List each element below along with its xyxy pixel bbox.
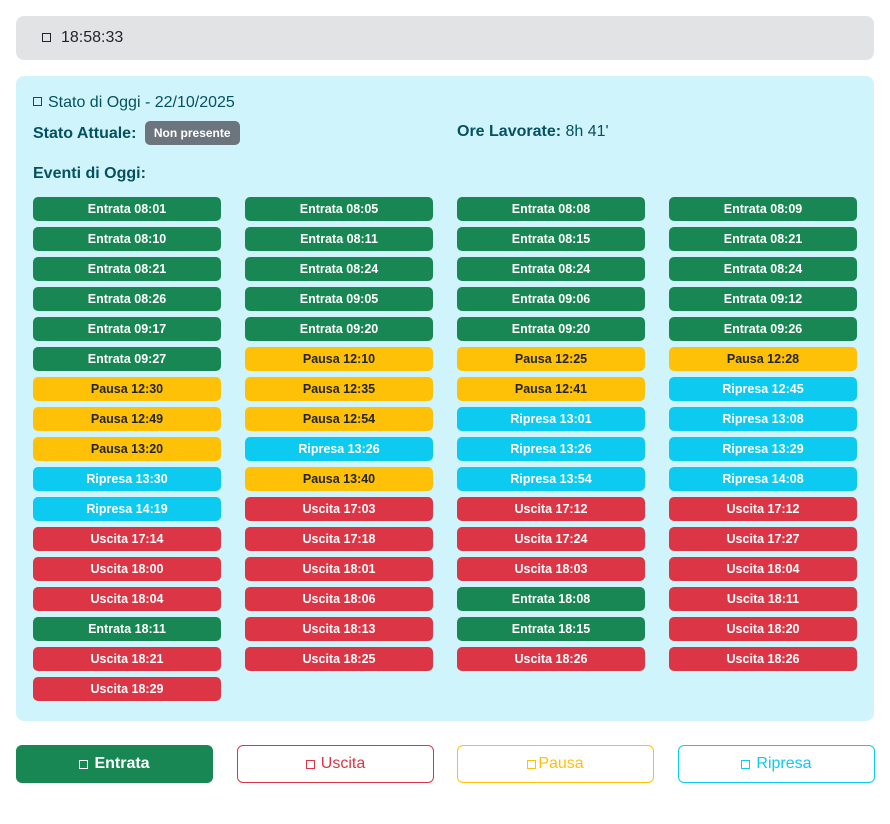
event-badge-uscita: Uscita 18:29 xyxy=(33,677,221,701)
event-badge-pausa: Pausa 13:40 xyxy=(245,467,433,491)
event-badge-ripresa: Ripresa 13:29 xyxy=(669,437,857,461)
current-status-row: Stato Attuale: Non presente xyxy=(33,121,240,146)
event-badge-ripresa: Ripresa 12:45 xyxy=(669,377,857,401)
event-badge-entrata: Entrata 18:08 xyxy=(457,587,645,611)
event-badge-uscita: Uscita 18:01 xyxy=(245,557,433,581)
event-badge-entrata: Entrata 08:24 xyxy=(245,257,433,281)
entrata-button[interactable]: Entrata xyxy=(16,745,213,783)
play-icon xyxy=(741,759,751,769)
event-badge-uscita: Uscita 18:04 xyxy=(33,587,221,611)
events-title: Eventi di Oggi: xyxy=(33,165,146,182)
event-badge-uscita: Uscita 18:21 xyxy=(33,647,221,671)
event-badge-pausa: Pausa 12:49 xyxy=(33,407,221,431)
event-badge-uscita: Uscita 18:00 xyxy=(33,557,221,581)
clock-bar: 18:58:33 xyxy=(16,16,874,60)
event-badge-pausa: Pausa 12:25 xyxy=(457,347,645,371)
event-badge-entrata: Entrata 09:17 xyxy=(33,317,221,341)
uscita-button[interactable]: Uscita xyxy=(237,745,434,783)
event-badge-uscita: Uscita 18:20 xyxy=(669,617,857,641)
event-badge-entrata: Entrata 08:09 xyxy=(669,197,857,221)
action-buttons: Entrata Uscita Pausa Ripresa xyxy=(16,745,875,784)
events-grid: Entrata 08:01 Entrata 08:05 Entrata 08:08 E… xyxy=(33,197,857,701)
event-badge-pausa: Pausa 12:54 xyxy=(245,407,433,431)
event-badge-uscita: Uscita 17:24 xyxy=(457,527,645,551)
event-badge-ripresa: Ripresa 13:26 xyxy=(245,437,433,461)
event-badge-uscita: Uscita 17:14 xyxy=(33,527,221,551)
today-status-panel: Stato di Oggi - 22/10/2025 Stato Attuale… xyxy=(16,76,874,721)
event-badge-entrata: Entrata 08:21 xyxy=(33,257,221,281)
event-badge-uscita: Uscita 18:26 xyxy=(457,647,645,671)
event-badge-ripresa: Ripresa 13:26 xyxy=(457,437,645,461)
calendar-icon xyxy=(33,97,42,107)
event-badge-pausa: Pausa 13:20 xyxy=(33,437,221,461)
event-badge-pausa: Pausa 12:28 xyxy=(669,347,857,371)
logout-icon xyxy=(305,759,315,769)
current-status-label: Stato Attuale: xyxy=(33,125,137,143)
event-badge-uscita: Uscita 18:04 xyxy=(669,557,857,581)
ripresa-button[interactable]: Ripresa xyxy=(678,745,875,783)
event-badge-entrata: Entrata 18:11 xyxy=(33,617,221,641)
pausa-button-label: Pausa xyxy=(538,755,584,772)
event-badge-entrata: Entrata 09:06 xyxy=(457,287,645,311)
panel-title: Stato di Oggi - 22/10/2025 xyxy=(33,94,235,112)
current-time: 18:58:33 xyxy=(61,29,124,46)
hours-worked-value: 8h 41' xyxy=(565,123,609,140)
login-icon xyxy=(79,759,89,769)
event-badge-ripresa: Ripresa 13:30 xyxy=(33,467,221,491)
event-badge-ripresa: Ripresa 13:08 xyxy=(669,407,857,431)
event-badge-uscita: Uscita 17:12 xyxy=(669,497,857,521)
event-badge-ripresa: Ripresa 13:01 xyxy=(457,407,645,431)
event-badge-entrata: Entrata 08:05 xyxy=(245,197,433,221)
event-badge-uscita: Uscita 18:25 xyxy=(245,647,433,671)
event-badge-entrata: Entrata 09:26 xyxy=(669,317,857,341)
pause-icon xyxy=(527,759,537,769)
event-badge-entrata: Entrata 18:15 xyxy=(457,617,645,641)
hours-worked-label: Ore Lavorate: xyxy=(457,123,562,140)
event-badge-uscita: Uscita 18:03 xyxy=(457,557,645,581)
event-badge-pausa: Pausa 12:30 xyxy=(33,377,221,401)
event-badge-uscita: Uscita 18:06 xyxy=(245,587,433,611)
pausa-button[interactable]: Pausa xyxy=(457,745,654,783)
event-badge-uscita: Uscita 18:11 xyxy=(669,587,857,611)
event-badge-pausa: Pausa 12:35 xyxy=(245,377,433,401)
event-badge-entrata: Entrata 09:20 xyxy=(457,317,645,341)
event-badge-entrata: Entrata 08:15 xyxy=(457,227,645,251)
event-badge-entrata: Entrata 08:01 xyxy=(33,197,221,221)
event-badge-entrata: Entrata 08:10 xyxy=(33,227,221,251)
panel-title-text: Stato di Oggi - 22/10/2025 xyxy=(48,94,235,111)
event-badge-uscita: Uscita 18:26 xyxy=(669,647,857,671)
event-badge-pausa: Pausa 12:10 xyxy=(245,347,433,371)
event-badge-entrata: Entrata 08:26 xyxy=(33,287,221,311)
event-badge-uscita: Uscita 17:27 xyxy=(669,527,857,551)
event-badge-uscita: Uscita 17:12 xyxy=(457,497,645,521)
event-badge-entrata: Entrata 08:21 xyxy=(669,227,857,251)
event-badge-entrata: Entrata 08:24 xyxy=(457,257,645,281)
event-badge-entrata: Entrata 08:08 xyxy=(457,197,645,221)
event-badge-entrata: Entrata 09:20 xyxy=(245,317,433,341)
hours-worked-row: Ore Lavorate: 8h 41' xyxy=(457,123,609,141)
uscita-button-label: Uscita xyxy=(320,755,366,772)
event-badge-entrata: Entrata 09:05 xyxy=(245,287,433,311)
entrata-button-label: Entrata xyxy=(94,755,150,772)
status-badge: Non presente xyxy=(144,121,240,145)
event-badge-entrata: Entrata 08:11 xyxy=(245,227,433,251)
event-badge-uscita: Uscita 17:03 xyxy=(245,497,433,521)
event-badge-uscita: Uscita 18:13 xyxy=(245,617,433,641)
clock-icon xyxy=(42,32,51,42)
event-badge-ripresa: Ripresa 14:19 xyxy=(33,497,221,521)
event-badge-entrata: Entrata 09:27 xyxy=(33,347,221,371)
event-badge-entrata: Entrata 09:12 xyxy=(669,287,857,311)
ripresa-button-label: Ripresa xyxy=(756,755,812,772)
event-badge-ripresa: Ripresa 13:54 xyxy=(457,467,645,491)
event-badge-pausa: Pausa 12:41 xyxy=(457,377,645,401)
event-badge-entrata: Entrata 08:24 xyxy=(669,257,857,281)
event-badge-uscita: Uscita 17:18 xyxy=(245,527,433,551)
event-badge-ripresa: Ripresa 14:08 xyxy=(669,467,857,491)
